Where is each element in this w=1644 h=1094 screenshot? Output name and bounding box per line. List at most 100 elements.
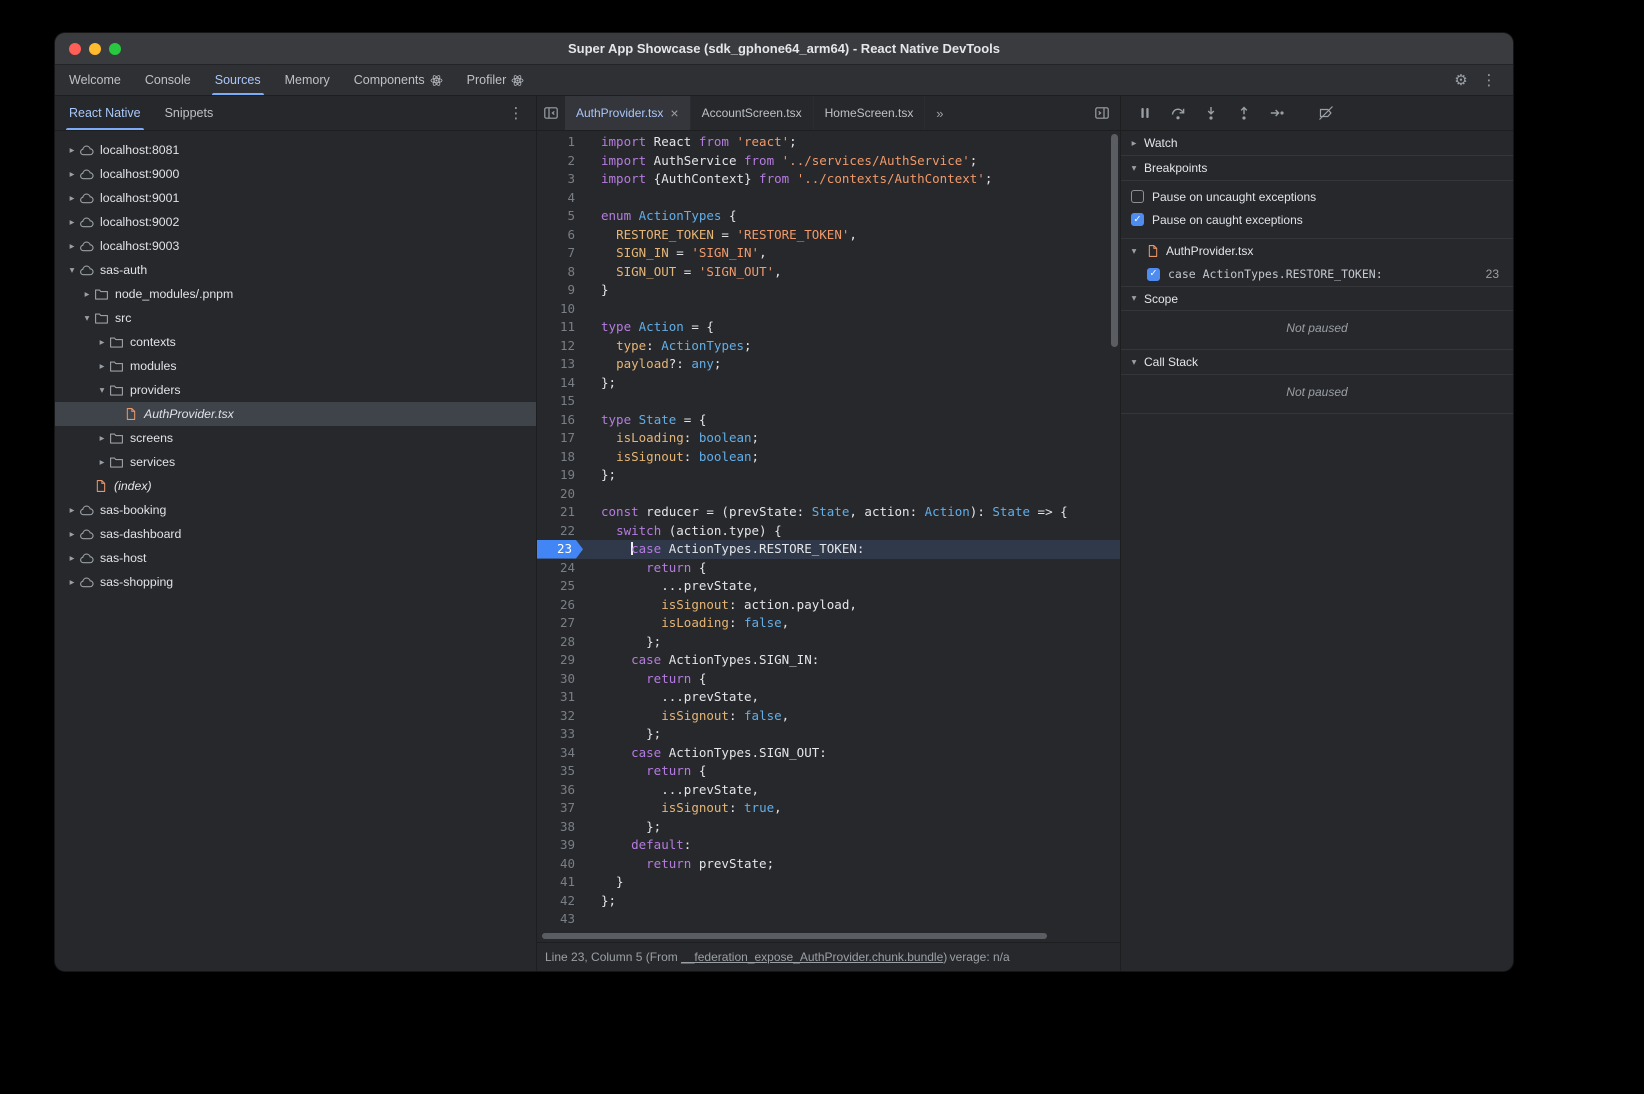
line-number[interactable]: 36	[537, 781, 583, 800]
expand-arrow-icon[interactable]: ▸	[65, 193, 79, 204]
tree-item-localhost-8081[interactable]: ▸localhost:8081	[55, 138, 536, 162]
line-number[interactable]: 40	[537, 855, 583, 874]
expand-arrow-icon[interactable]: ▸	[65, 505, 79, 516]
code-line[interactable]: 3import {AuthContext} from '../contexts/…	[537, 170, 1120, 189]
code-line[interactable]: 19};	[537, 466, 1120, 485]
code-line[interactable]: 37 isSignout: true,	[537, 799, 1120, 818]
step-out-icon[interactable]	[1230, 100, 1258, 126]
more-tabs-icon[interactable]: »	[925, 100, 953, 126]
code-line[interactable]: 23 case ActionTypes.RESTORE_TOKEN:	[537, 540, 1120, 559]
line-number[interactable]: 5	[537, 207, 583, 226]
line-number[interactable]: 14	[537, 374, 583, 393]
vertical-scrollbar[interactable]	[1111, 134, 1118, 347]
horizontal-scrollbar[interactable]	[537, 930, 1120, 942]
more-menu-icon[interactable]: ⋮	[1475, 67, 1503, 93]
line-number[interactable]: 32	[537, 707, 583, 726]
line-number[interactable]: 19	[537, 466, 583, 485]
close-button[interactable]	[69, 43, 81, 55]
tree-item-providers[interactable]: ▾providers	[55, 378, 536, 402]
line-number[interactable]: 2	[537, 152, 583, 171]
code-line[interactable]: 4	[537, 189, 1120, 208]
code-line[interactable]: 31 ...prevState,	[537, 688, 1120, 707]
tree-item-localhost-9003[interactable]: ▸localhost:9003	[55, 234, 536, 258]
line-number[interactable]: 13	[537, 355, 583, 374]
code-line[interactable]: 15	[537, 392, 1120, 411]
line-number[interactable]: 41	[537, 873, 583, 892]
code-line[interactable]: 39 default:	[537, 836, 1120, 855]
line-number[interactable]: 12	[537, 337, 583, 356]
expand-arrow-icon[interactable]: ▸	[65, 169, 79, 180]
code-line[interactable]: 42};	[537, 892, 1120, 911]
code-line[interactable]: 35 return {	[537, 762, 1120, 781]
collapse-arrow-icon[interactable]: ▾	[80, 313, 94, 324]
breakpoint-entry[interactable]: ✓case ActionTypes.RESTORE_TOKEN:23	[1121, 263, 1513, 287]
line-number[interactable]: 17	[537, 429, 583, 448]
expand-arrow-icon[interactable]: ▸	[65, 529, 79, 540]
expand-arrow-icon[interactable]: ▸	[65, 577, 79, 588]
tree-item-sas-shopping[interactable]: ▸sas-shopping	[55, 570, 536, 594]
tree-item-authprovider-tsx[interactable]: AuthProvider.tsx	[55, 402, 536, 426]
tree-item--index-[interactable]: (index)	[55, 474, 536, 498]
line-number[interactable]: 37	[537, 799, 583, 818]
tree-item-screens[interactable]: ▸screens	[55, 426, 536, 450]
horizontal-scrollbar-thumb[interactable]	[542, 933, 1047, 939]
tab-memory[interactable]: Memory	[273, 65, 342, 95]
toggle-pause-on-caught-exceptions[interactable]: ✓Pause on caught exceptions	[1121, 208, 1513, 231]
tree-item-src[interactable]: ▾src	[55, 306, 536, 330]
breakpoint-file-group[interactable]: ▾ AuthProvider.tsx	[1121, 238, 1513, 263]
line-number[interactable]: 16	[537, 411, 583, 430]
tree-item-localhost-9002[interactable]: ▸localhost:9002	[55, 210, 536, 234]
line-number[interactable]: 43	[537, 910, 583, 929]
code-line[interactable]: 29 case ActionTypes.SIGN_IN:	[537, 651, 1120, 670]
code-line[interactable]: 7 SIGN_IN = 'SIGN_IN',	[537, 244, 1120, 263]
breakpoint-checkbox[interactable]: ✓	[1147, 268, 1160, 281]
line-number[interactable]: 31	[537, 688, 583, 707]
editor-tab-homescreen-tsx[interactable]: HomeScreen.tsx	[814, 96, 926, 130]
line-number[interactable]: 3	[537, 170, 583, 189]
line-number[interactable]: 18	[537, 448, 583, 467]
expand-arrow-icon[interactable]: ▸	[65, 217, 79, 228]
code-line[interactable]: 36 ...prevState,	[537, 781, 1120, 800]
code-line[interactable]: 6 RESTORE_TOKEN = 'RESTORE_TOKEN',	[537, 226, 1120, 245]
line-number[interactable]: 25	[537, 577, 583, 596]
code-editor[interactable]: 1import React from 'react';2import AuthS…	[537, 131, 1120, 930]
line-number[interactable]: 29	[537, 651, 583, 670]
code-line[interactable]: 26 isSignout: action.payload,	[537, 596, 1120, 615]
expand-arrow-icon[interactable]: ▸	[95, 457, 109, 468]
line-number[interactable]: 11	[537, 318, 583, 337]
watch-section-header[interactable]: ▸ Watch	[1121, 131, 1513, 156]
scope-section-header[interactable]: ▾ Scope	[1121, 286, 1513, 311]
code-line[interactable]: 43	[537, 910, 1120, 929]
line-number[interactable]: 9	[537, 281, 583, 300]
tree-item-sas-auth[interactable]: ▾sas-auth	[55, 258, 536, 282]
line-number[interactable]: 33	[537, 725, 583, 744]
expand-arrow-icon[interactable]: ▸	[65, 241, 79, 252]
code-line[interactable]: 38 };	[537, 818, 1120, 837]
line-number[interactable]: 27	[537, 614, 583, 633]
expand-arrow-icon[interactable]: ▸	[65, 553, 79, 564]
code-line[interactable]: 32 isSignout: false,	[537, 707, 1120, 726]
collapse-arrow-icon[interactable]: ▾	[65, 265, 79, 276]
code-line[interactable]: 25 ...prevState,	[537, 577, 1120, 596]
line-number[interactable]: 39	[537, 836, 583, 855]
tree-item-modules[interactable]: ▸modules	[55, 354, 536, 378]
expand-arrow-icon[interactable]: ▸	[80, 289, 94, 300]
line-number[interactable]: 6	[537, 226, 583, 245]
code-line[interactable]: 30 return {	[537, 670, 1120, 689]
tree-item-sas-booking[interactable]: ▸sas-booking	[55, 498, 536, 522]
line-number[interactable]: 7	[537, 244, 583, 263]
code-line[interactable]: 40 return prevState;	[537, 855, 1120, 874]
pause-icon[interactable]	[1131, 100, 1159, 126]
code-line[interactable]: 24 return {	[537, 559, 1120, 578]
line-number[interactable]: 28	[537, 633, 583, 652]
step-into-icon[interactable]	[1197, 100, 1225, 126]
line-number[interactable]: 35	[537, 762, 583, 781]
code-line[interactable]: 10	[537, 300, 1120, 319]
navigator-more-icon[interactable]: ⋮	[502, 100, 530, 126]
zoom-button[interactable]	[109, 43, 121, 55]
tree-item-contexts[interactable]: ▸contexts	[55, 330, 536, 354]
checked-checkbox[interactable]: ✓	[1131, 213, 1144, 226]
code-line[interactable]: 13 payload?: any;	[537, 355, 1120, 374]
code-line[interactable]: 28 };	[537, 633, 1120, 652]
unchecked-checkbox[interactable]	[1131, 190, 1144, 203]
